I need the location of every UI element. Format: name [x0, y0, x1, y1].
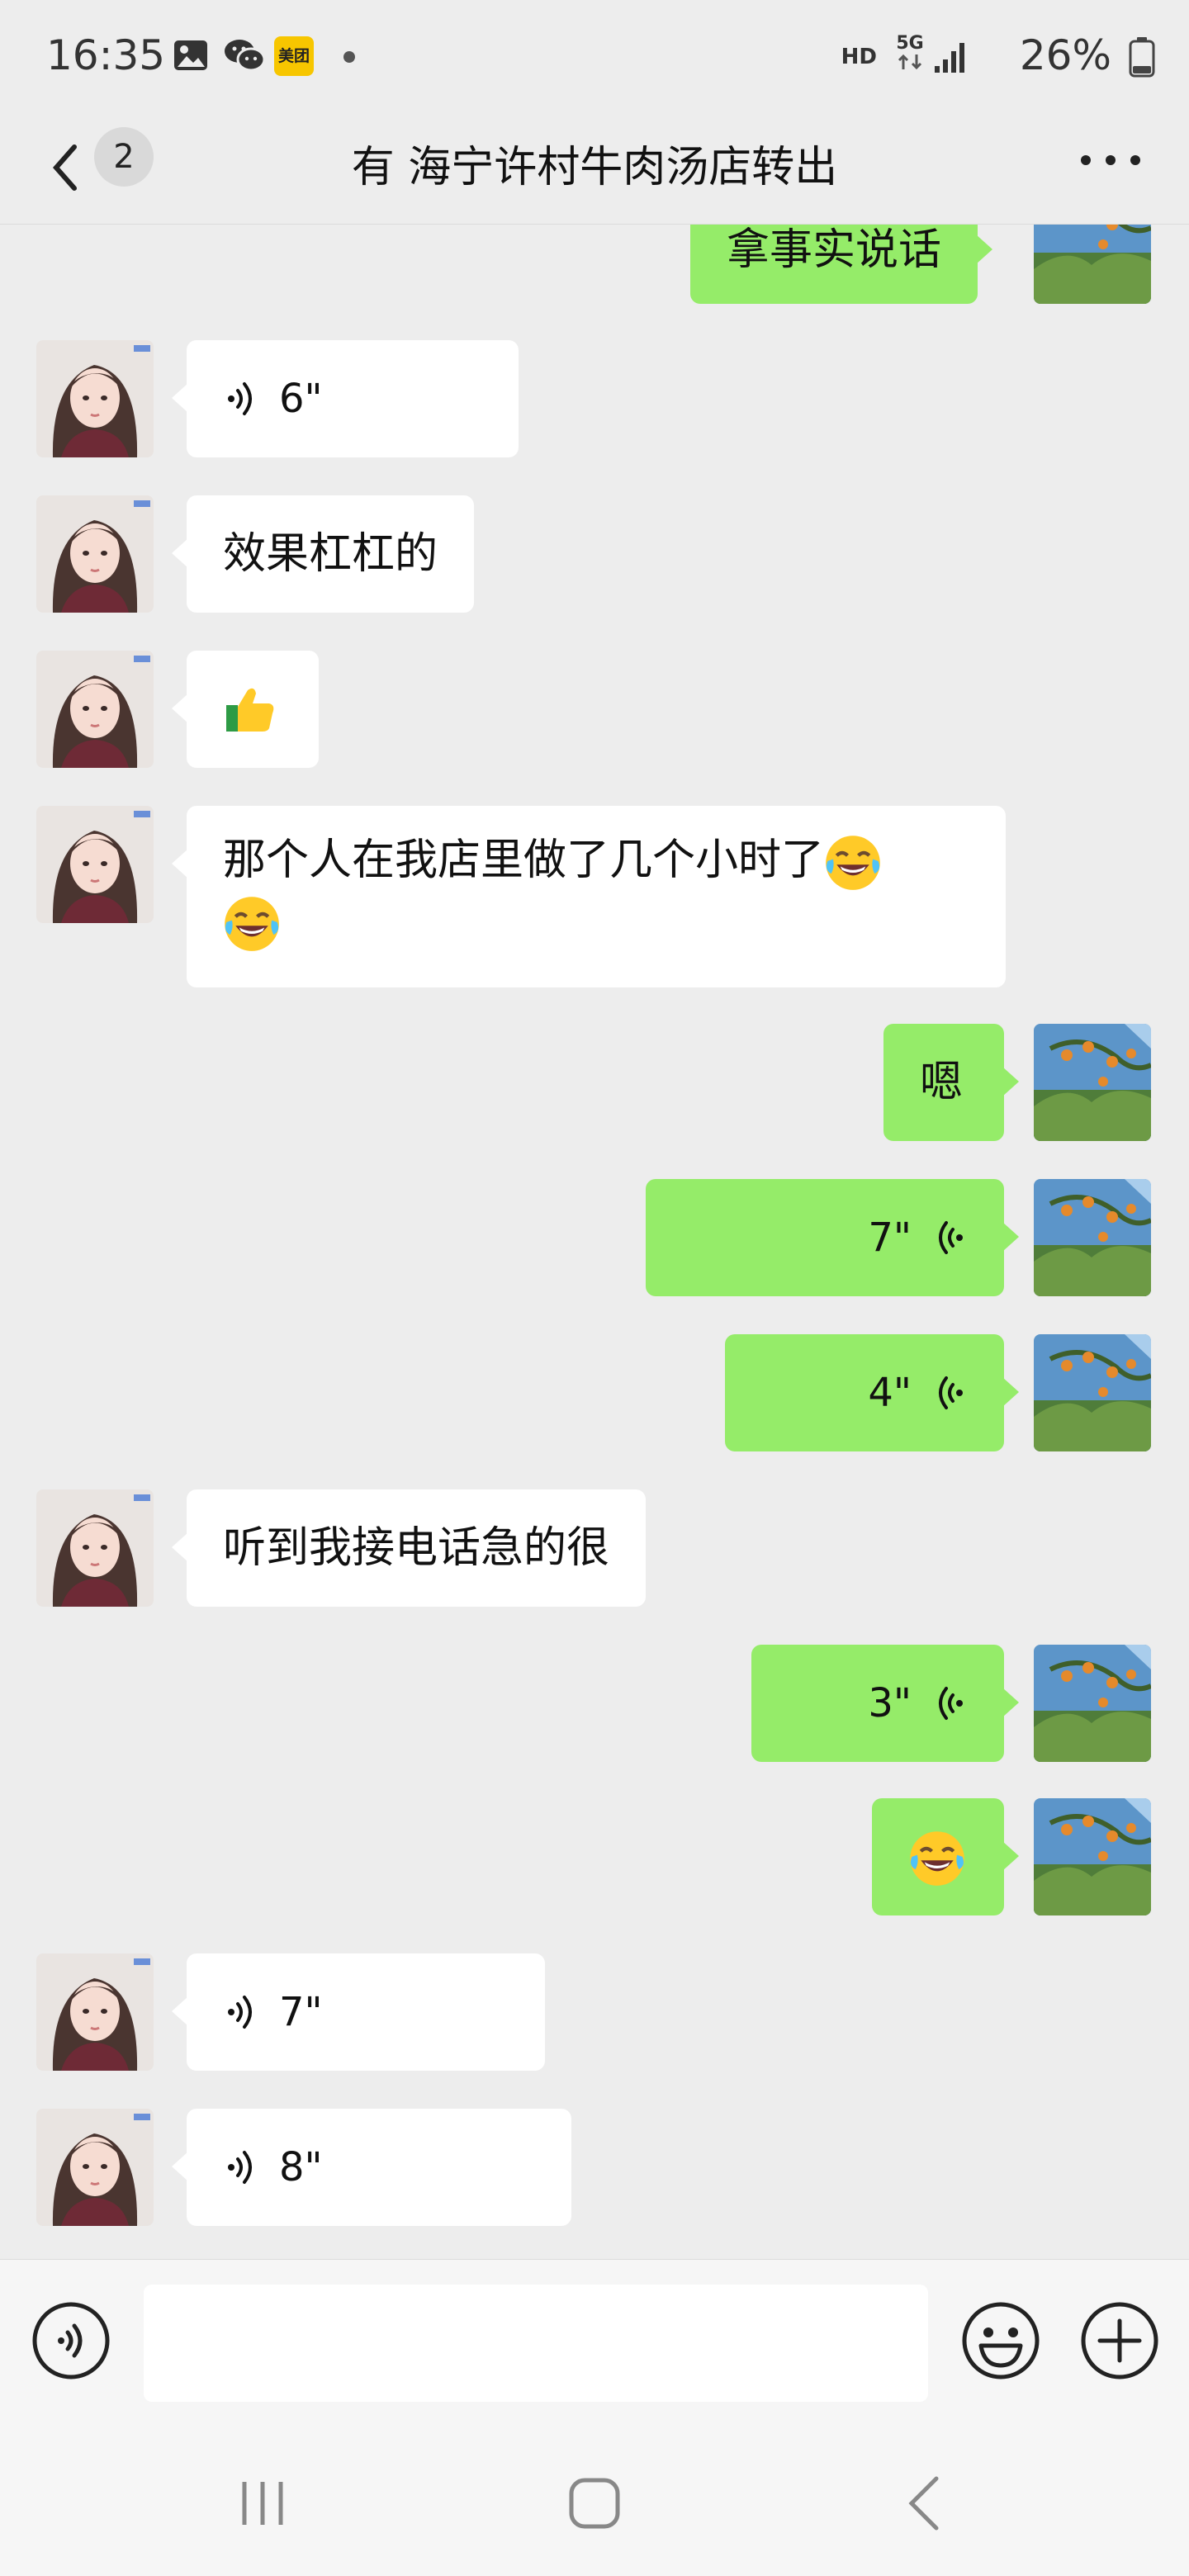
voice-duration: 7" — [279, 1989, 323, 2035]
data-arrows-icon — [898, 54, 922, 70]
wechat-icon — [225, 40, 266, 72]
incoming-text-bubble[interactable]: 那个人在我店里做了几个小时了 — [172, 806, 1006, 987]
voice-waves-icon — [928, 1218, 968, 1257]
gallery-icon — [174, 40, 207, 70]
self-avatar[interactable] — [1034, 1334, 1151, 1451]
laughing-tears-emoji-icon — [824, 834, 882, 892]
status-bar: 16:35 美团 HD 5G 26% — [0, 0, 1189, 111]
laughing-tears-emoji-icon — [223, 895, 281, 953]
message-input[interactable] — [144, 2285, 928, 2402]
notification-dot-icon — [343, 51, 355, 63]
voice-duration: 4" — [868, 1370, 912, 1416]
battery-icon — [1129, 37, 1155, 78]
battery-percent: 26% — [1019, 31, 1111, 79]
self-avatar[interactable] — [1034, 1179, 1151, 1296]
outgoing-text-bubble[interactable]: 嗯 — [883, 1024, 1019, 1141]
voice-waves-icon — [223, 2147, 263, 2187]
message-list[interactable]: 拿事实说话 6" 效果杠杠的 那个人在我店里做了几个小时了 嗯 7" 4" 听到… — [0, 225, 1189, 2259]
emoji-picker-icon[interactable] — [959, 2299, 1042, 2382]
home-icon[interactable] — [561, 2470, 628, 2536]
message-text: 嗯 — [920, 1058, 964, 1107]
voice-duration: 6" — [279, 376, 323, 422]
incoming-emoji-bubble[interactable] — [172, 651, 319, 768]
message-text: 听到我接电话急的很 — [223, 1523, 610, 1573]
status-time: 16:35 — [46, 31, 166, 79]
self-avatar[interactable] — [1034, 1645, 1151, 1762]
incoming-voice-bubble[interactable]: 8" — [172, 2109, 571, 2226]
chat-input-bar — [0, 2259, 1189, 2424]
rolling-laughing-emoji-icon — [908, 1830, 966, 1887]
signal-icon — [935, 43, 964, 73]
meituan-icon: 美团 — [274, 36, 314, 76]
incoming-voice-bubble[interactable]: 6" — [172, 340, 519, 457]
system-back-icon[interactable] — [893, 2470, 959, 2536]
outgoing-voice-bubble[interactable]: 3" — [751, 1645, 1019, 1762]
network-5g-indicator: 5G — [895, 35, 925, 75]
network-5g-label: 5G — [896, 33, 924, 54]
outgoing-voice-bubble[interactable]: 4" — [725, 1334, 1019, 1451]
contact-avatar[interactable] — [36, 651, 154, 768]
incoming-voice-bubble[interactable]: 7" — [172, 1953, 545, 2071]
outgoing-emoji-bubble[interactable] — [872, 1798, 1019, 1915]
contact-avatar[interactable] — [36, 340, 154, 457]
incoming-text-bubble[interactable]: 听到我接电话急的很 — [171, 1489, 647, 1607]
outgoing-text-bubble[interactable]: 拿事实说话 — [690, 225, 993, 304]
contact-avatar[interactable] — [36, 1953, 154, 2071]
contact-avatar[interactable] — [36, 2109, 154, 2226]
voice-duration: 8" — [279, 2144, 323, 2190]
outgoing-voice-bubble[interactable]: 7" — [646, 1179, 1019, 1296]
contact-avatar[interactable] — [36, 806, 154, 923]
message-text: 拿事实说话 — [727, 225, 942, 275]
voice-waves-icon — [928, 1373, 968, 1413]
voice-duration: 7" — [868, 1215, 912, 1261]
message-text: 那个人在我店里做了几个小时了 — [223, 836, 825, 885]
voice-input-toggle-icon[interactable] — [30, 2299, 112, 2382]
recent-apps-icon[interactable] — [230, 2470, 296, 2536]
thumbs-up-icon — [226, 688, 274, 732]
self-avatar[interactable] — [1034, 1798, 1151, 1915]
self-avatar[interactable] — [1034, 225, 1151, 304]
system-navigation-bar — [0, 2424, 1189, 2576]
voice-waves-icon — [223, 1992, 263, 2032]
voice-duration: 3" — [868, 1680, 912, 1726]
chat-header: 2 有 海宁许村牛肉汤店转出 — [0, 111, 1189, 225]
self-avatar[interactable] — [1034, 1024, 1151, 1141]
incoming-text-bubble[interactable]: 效果杠杠的 — [171, 495, 475, 613]
voice-waves-icon — [928, 1683, 968, 1723]
more-options-icon[interactable] — [1073, 135, 1148, 185]
chat-title: 有 海宁许村牛肉汤店转出 — [351, 143, 838, 192]
more-actions-plus-icon[interactable] — [1078, 2299, 1161, 2382]
hd-indicator: HD — [841, 45, 877, 69]
message-text: 效果杠杠的 — [223, 529, 438, 579]
contact-avatar[interactable] — [36, 1489, 154, 1607]
voice-waves-icon — [223, 379, 263, 419]
contact-avatar[interactable] — [36, 495, 154, 613]
